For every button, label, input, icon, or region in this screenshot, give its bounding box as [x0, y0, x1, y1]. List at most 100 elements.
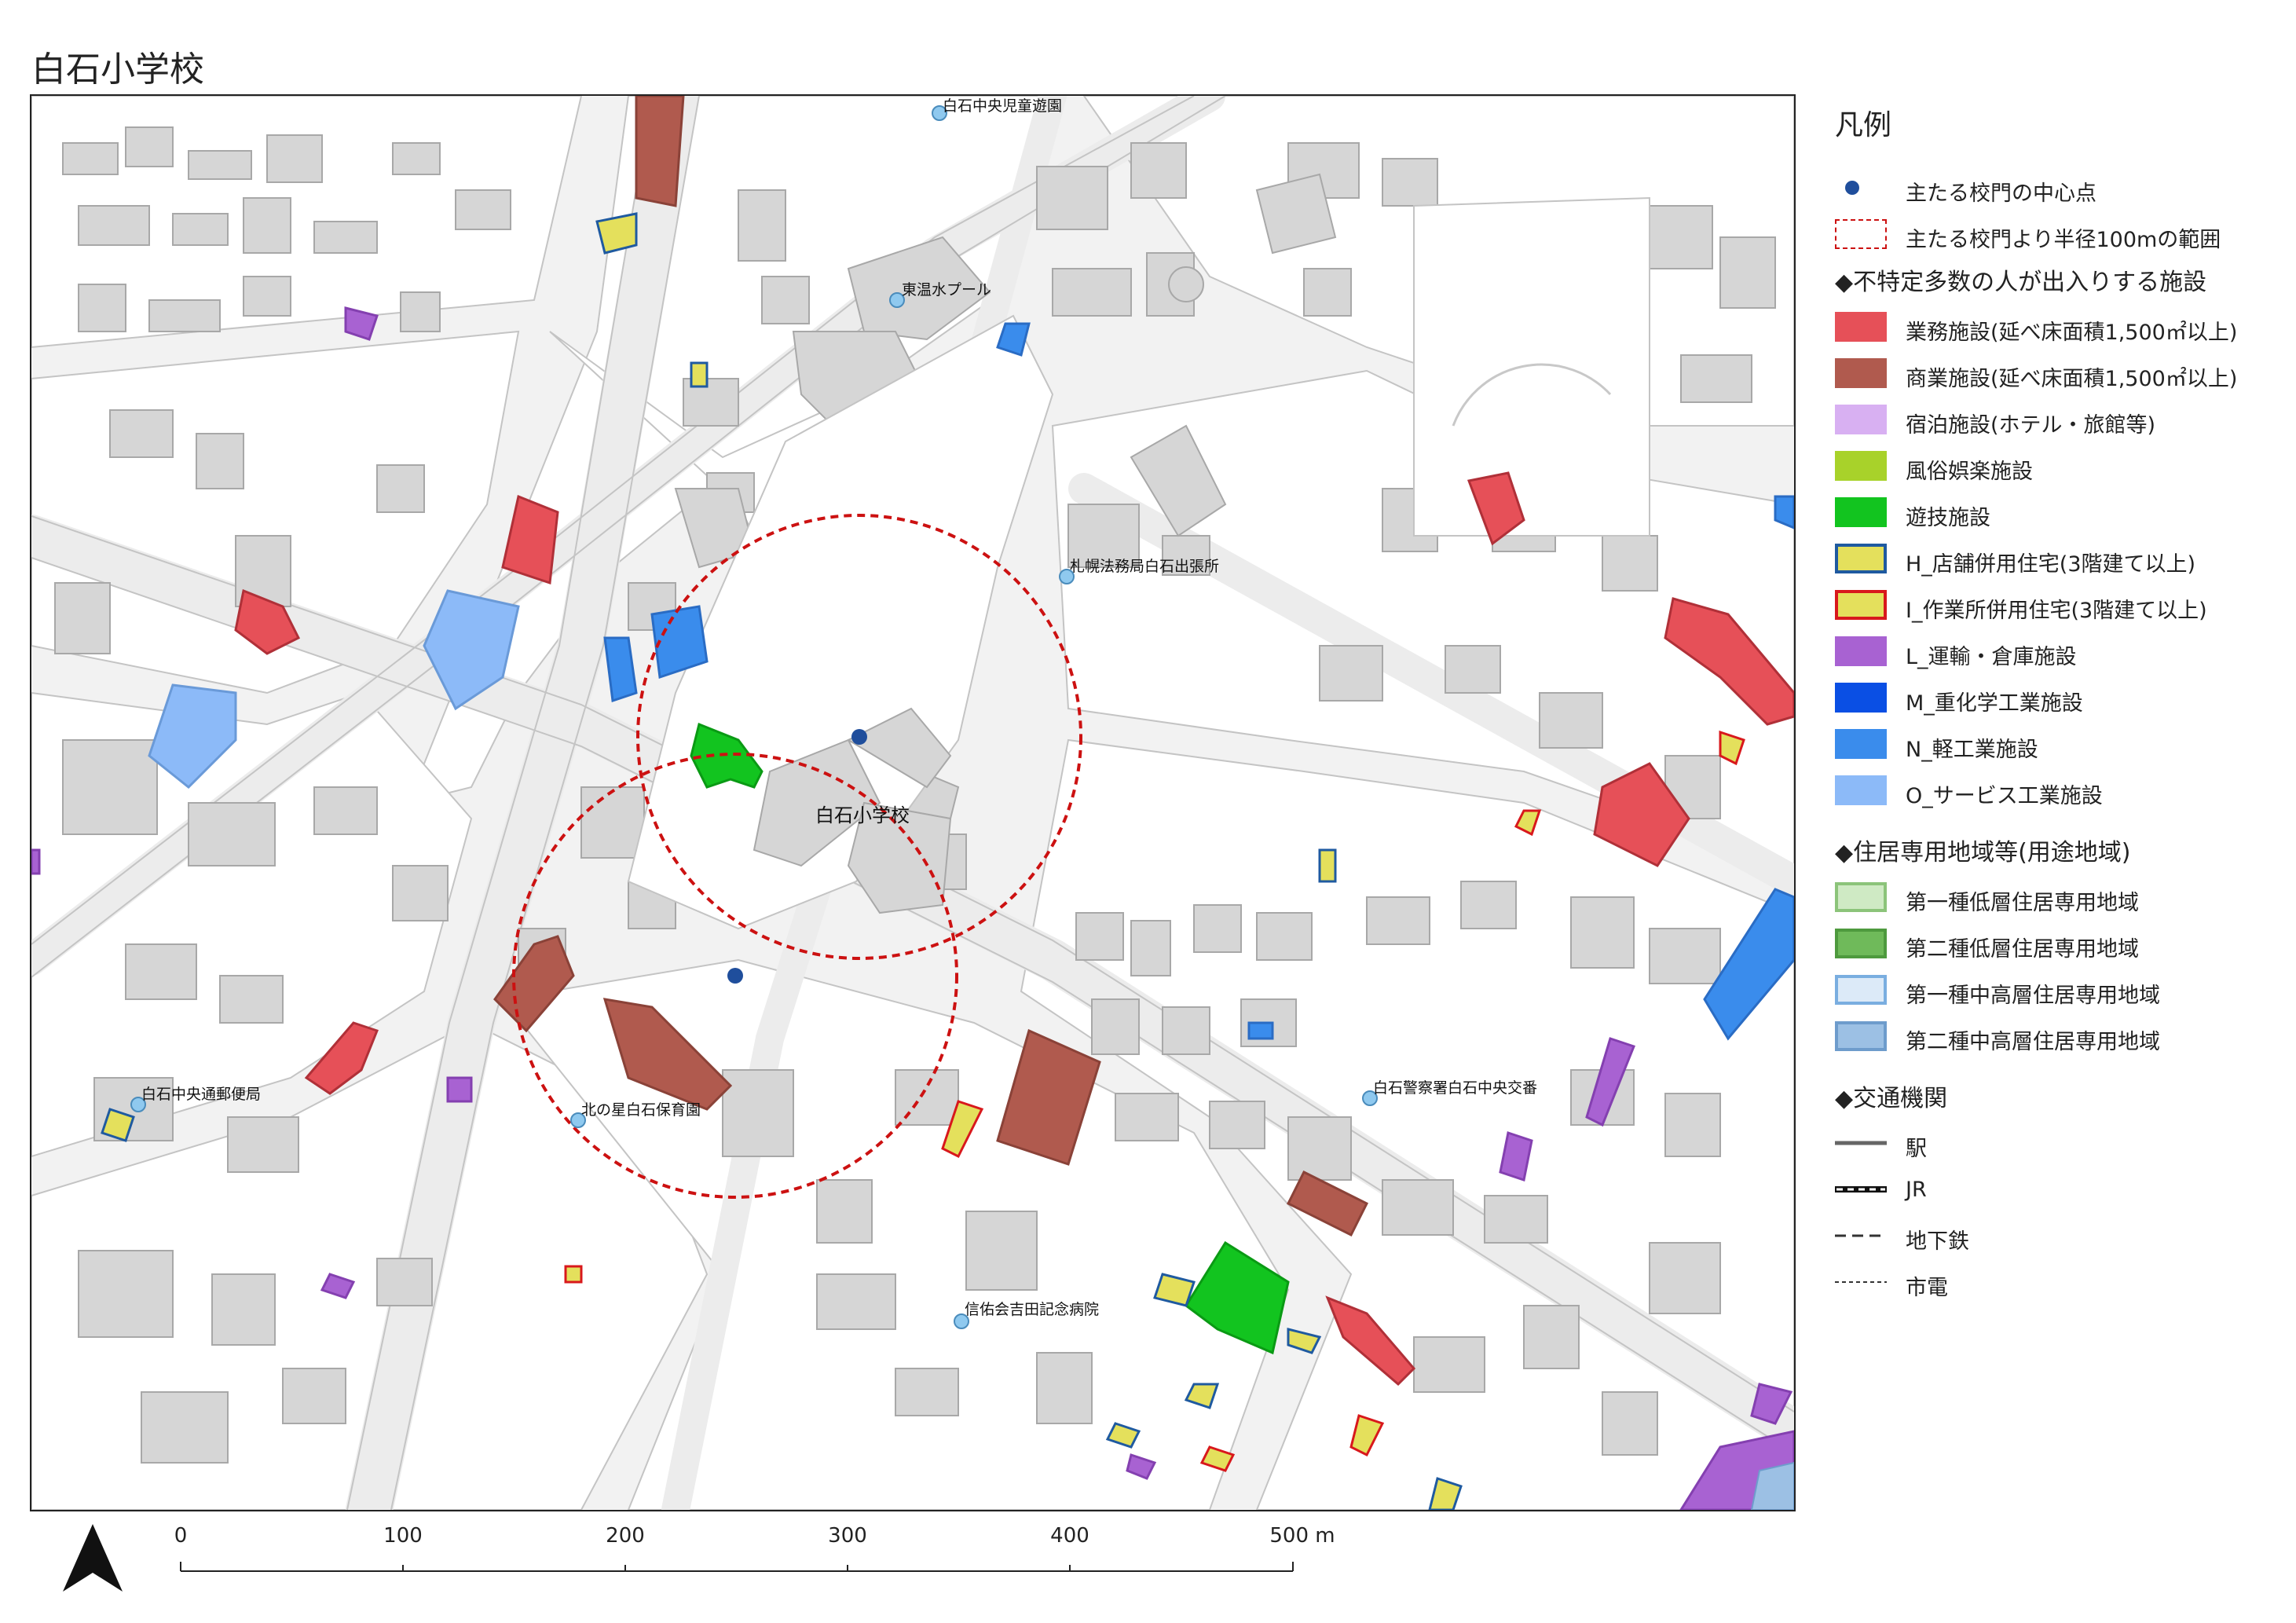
poi-label: 白石警察署白石中央交番 [1373, 1079, 1538, 1097]
legend-item-label: 宿泊施設(ホテル・旅館等) [1906, 413, 2156, 438]
legend-item-label: 風俗娯楽施設 [1906, 460, 2033, 484]
legend-item-label: O_サービス工業施設 [1906, 784, 2103, 808]
legend-swatch-icon [1835, 775, 1887, 805]
legend-item-label: N_軽工業施設 [1906, 738, 2038, 762]
legend-item: 第一種低層住居専用地域 [1835, 876, 2291, 922]
map-svg[interactable] [31, 96, 1794, 1510]
legend-line-icon [1835, 1267, 1887, 1297]
legend-item: JR [1835, 1168, 2291, 1215]
legend-swatch-icon [1835, 929, 1887, 958]
legend-item: 地下鉄 [1835, 1215, 2291, 1261]
legend-item-label: H_店舗併用住宅(3階建て以上) [1906, 552, 2196, 577]
scale-tick-label: 100 [383, 1524, 423, 1548]
scale-bar-line [180, 1562, 1294, 1572]
legend-swatch-icon [1835, 497, 1887, 527]
legend-item: 主たる校門の中心点 [1835, 167, 2291, 213]
legend-item-label: 遊技施設 [1906, 506, 1990, 530]
park-area [1413, 196, 1650, 537]
legend-item: 業務施設(延べ床面積1,500㎡以上) [1835, 306, 2291, 352]
legend-swatch-icon [1835, 975, 1887, 1005]
legend-swatch-icon [1835, 683, 1887, 713]
legend-item-label: 業務施設(延べ床面積1,500㎡以上) [1906, 321, 2238, 345]
legend-item: 第一種中高層住居専用地域 [1835, 969, 2291, 1015]
legend-swatch-icon [1835, 882, 1887, 912]
shop-residence [690, 361, 709, 388]
legend-swatch-icon [1835, 358, 1887, 388]
legend-swatch-icon [1835, 405, 1887, 434]
legend-item: 第二種低層住居専用地域 [1835, 922, 2291, 969]
map-title: 白石小学校 [31, 49, 204, 90]
warehouse [446, 1076, 473, 1103]
legend-item: O_サービス工業施設 [1835, 769, 2291, 815]
legend-item: H_店舗併用住宅(3階建て以上) [1835, 537, 2291, 584]
commercial-building [635, 96, 685, 207]
shop-residence [1318, 848, 1337, 883]
north-arrow-icon [63, 1524, 123, 1592]
legend-item-label: 主たる校門より半径100mの範囲 [1906, 228, 2221, 252]
poi-label: 東温水プール [902, 281, 992, 299]
legend-item: 第二種中高層住居専用地域 [1835, 1015, 2291, 1061]
legend-item-label: 第二種中高層住居専用地域 [1906, 1030, 2160, 1054]
legend-item: N_軽工業施設 [1835, 723, 2291, 769]
shop-residence [595, 212, 638, 255]
legend-section-heading: ◆交通機関 [1835, 1085, 1948, 1112]
legend-line-icon [1835, 1221, 1887, 1251]
legend-list: 主たる校門の中心点主たる校門より半径100mの範囲 ◆不特定多数の人が出入りする施… [1835, 167, 2291, 1307]
scale-bar: 0 100 200 300 400 500 m [174, 1524, 1342, 1603]
shop-residence [1287, 1328, 1322, 1354]
legend-swatch-icon [1835, 636, 1887, 666]
workshop-residence [564, 1265, 583, 1284]
legend-item: 商業施設(延べ床面積1,500㎡以上) [1835, 352, 2291, 398]
legend-dashed-box-icon [1835, 219, 1887, 249]
legend-swatch-icon [1835, 451, 1887, 481]
legend-item-label: L_運輸・倉庫施設 [1906, 645, 2077, 669]
legend-swatch-icon [1835, 312, 1887, 342]
legend-item: 駅 [1835, 1122, 2291, 1168]
legend-section-heading: ◆不特定多数の人が出入りする施設 [1835, 269, 2207, 296]
legend-item-label: I_作業所併用住宅(3階建て以上) [1906, 599, 2207, 623]
poi-label: 白石中央児童遊園 [943, 97, 1063, 115]
office-building [501, 494, 559, 585]
legend-section-heading: ◆住居専用地域等(用途地域) [1835, 839, 2131, 866]
scale-tick-label: 200 [606, 1524, 645, 1548]
map-canvas[interactable]: 白石中央児童遊園 東温水プール 札幌法務局白石出張所 白石小学校 白石中央通郵便… [30, 94, 1796, 1511]
poi-label: 北の星白石保育園 [581, 1101, 701, 1119]
legend-item: L_運輸・倉庫施設 [1835, 630, 2291, 676]
legend-item: 宿泊施設(ホテル・旅館等) [1835, 398, 2291, 445]
legend-point-icon [1835, 173, 1887, 203]
legend-item-label: 市電 [1906, 1276, 1948, 1300]
light-industry [1247, 1021, 1274, 1040]
legend-swatch-icon [1835, 544, 1887, 573]
legend-item-label: 第一種低層住居専用地域 [1906, 891, 2139, 915]
legend-item: 主たる校門より半径100mの範囲 [1835, 213, 2291, 259]
light-industry [603, 636, 638, 703]
legend-item-label: 商業施設(延べ床面積1,500㎡以上) [1906, 367, 2238, 391]
legend-item-label: 地下鉄 [1906, 1229, 1969, 1254]
legend-swatch-icon [1835, 729, 1887, 759]
warehouse [31, 848, 41, 875]
legend-item-label: M_重化学工業施設 [1906, 691, 2083, 716]
legend-item-label: 第二種低層住居専用地域 [1906, 937, 2139, 962]
legend-item: M_重化学工業施設 [1835, 676, 2291, 723]
poi-label: 白石中央通郵便局 [141, 1086, 262, 1103]
legend-item-label: 主たる校門の中心点 [1906, 181, 2096, 206]
legend-item: 市電 [1835, 1261, 2291, 1307]
legend-item: 風俗娯楽施設 [1835, 445, 2291, 491]
scale-tick-label: 0 [174, 1524, 188, 1548]
legend-swatch-icon [1835, 1021, 1887, 1051]
poi-label: 信佑会吉田記念病院 [965, 1301, 1100, 1318]
round-structure [1168, 266, 1204, 302]
poi-label: 札幌法務局白石出張所 [1070, 558, 1220, 575]
legend-line-icon [1835, 1174, 1887, 1204]
legend-item-label: JR [1906, 1178, 1927, 1202]
legend-item-label: 第一種中高層住居専用地域 [1906, 984, 2160, 1008]
legend-swatch-icon [1835, 590, 1887, 620]
legend-item: 遊技施設 [1835, 491, 2291, 537]
legend-panel: 凡例 主たる校門の中心点 主たる校門より半径100mの範囲 ◆不特定多数の人が出入り… [1835, 102, 2291, 1307]
scale-tick-label: 400 [1050, 1524, 1089, 1548]
school-gate-point[interactable] [851, 729, 867, 745]
school-gate-point[interactable] [727, 968, 743, 984]
legend-item: I_作業所併用住宅(3階建て以上) [1835, 584, 2291, 630]
scale-tick-label: 300 [828, 1524, 867, 1548]
legend-item-label: 駅 [1906, 1137, 1927, 1161]
